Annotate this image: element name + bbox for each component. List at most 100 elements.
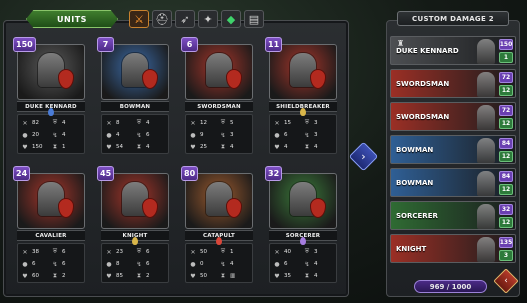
unit-stat: ♥ 4 xyxy=(273,142,303,152)
gem-icon xyxy=(216,237,222,245)
range-icon: ● xyxy=(22,131,28,139)
unit-portrait xyxy=(269,173,337,229)
unit-stat: ↯ 6 xyxy=(135,130,165,140)
spear-icon[interactable]: ✦ xyxy=(198,10,218,28)
army-list: ♜ DUKE KENNARD 150 1 SWORDSMAN 72 12 SWORDSMAN 7… xyxy=(390,36,516,267)
unit-stat: ● 8 xyxy=(105,259,135,269)
shield-icon xyxy=(226,198,242,218)
stat-value: 2 xyxy=(146,273,150,279)
unit-portrait xyxy=(269,44,337,100)
speed-icon: ↯ xyxy=(304,131,310,139)
stat-value: 6 xyxy=(146,261,150,267)
unit-card[interactable]: 11 SHIELDBREAKER ✕ 15 ⛨ 3 ● 6 ↯ 3 ♥ 4 ⧗ 4 xyxy=(265,37,341,159)
stat-value: 50 xyxy=(200,273,207,279)
stat-value: 25 xyxy=(200,144,207,150)
unit-level-badge: 12 xyxy=(499,217,513,228)
attack-icon: ✕ xyxy=(274,119,280,127)
units-tab[interactable]: UNITS xyxy=(26,10,118,28)
defense-icon: ⛨ xyxy=(136,119,142,126)
unit-stats: ✕ 50 ⛨ 1 ● 0 ↯ 4 ♥ 50 ⧗ ▥ xyxy=(185,243,253,283)
stat-value: 3 xyxy=(230,132,234,138)
unit-stat: ♥ 50 xyxy=(189,271,219,281)
bow-icon[interactable]: ➶ xyxy=(175,10,195,28)
unit-card[interactable]: 32 SORCERER ✕ 40 ⛨ 3 ● 6 ↯ 4 ♥ 35 ⧗ 4 xyxy=(265,166,341,288)
chevron-right-icon[interactable]: › xyxy=(353,146,374,167)
unit-level-badge: 12 xyxy=(499,85,513,96)
gem-icon xyxy=(48,108,54,116)
army-row[interactable]: BOWMAN 84 12 xyxy=(390,168,516,197)
stat-value: 4 xyxy=(62,120,66,126)
unit-stat: ♥ 25 xyxy=(189,142,219,152)
range-icon: ● xyxy=(190,260,196,268)
crossed-swords-icon[interactable]: ⚔ xyxy=(129,10,149,28)
stat-value: 3 xyxy=(314,120,318,126)
unit-card[interactable]: 7 BOWMAN ✕ 8 ⛨ 4 ● 4 ↯ 6 ♥ 54 ⧗ 4 xyxy=(97,37,173,159)
army-row[interactable]: SWORDSMAN 72 12 xyxy=(390,69,516,98)
unit-name: SWORDSMAN xyxy=(185,101,253,112)
unit-stat: ♥ 60 xyxy=(21,271,51,281)
shield-icon xyxy=(310,198,326,218)
stat-value: 20 xyxy=(32,132,39,138)
army-row-name: BOWMAN xyxy=(396,179,434,187)
unit-stat: ● 6 xyxy=(273,130,303,140)
unit-stat: ● 20 xyxy=(21,130,51,140)
unit-card[interactable]: 45 KNIGHT ✕ 23 ⛨ 6 ● 8 ↯ 6 ♥ 85 ⧗ 2 xyxy=(97,166,173,288)
speed-icon: ↯ xyxy=(136,131,142,139)
cooldown-icon: ⧗ xyxy=(220,143,226,150)
stat-value: 23 xyxy=(116,249,123,255)
army-row[interactable]: KNIGHT 135 3 xyxy=(390,234,516,263)
unit-portrait xyxy=(185,173,253,229)
shield-icon xyxy=(58,198,74,218)
shield-icon xyxy=(58,69,74,89)
stat-value: 60 xyxy=(32,273,39,279)
stat-value: 4 xyxy=(314,273,318,279)
stat-value: 3 xyxy=(314,249,318,255)
unit-stat: ⧗ 4 xyxy=(303,142,333,152)
stat-value: 15 xyxy=(284,120,291,126)
chevron-up-icon[interactable]: ‹ xyxy=(497,272,515,290)
unit-count-badge: 6 xyxy=(181,37,198,52)
shield-icon xyxy=(310,69,326,89)
unit-card[interactable]: 150 DUKE KENNARD ✕ 82 ⛨ 4 ● 20 ↯ 4 ♥ 150 ⧗ 1 xyxy=(13,37,89,159)
unit-stat: ↯ 4 xyxy=(219,259,249,269)
unit-card[interactable]: 6 SWORDSMAN ✕ 12 ⛨ 5 ● 9 ↯ 3 ♥ 25 ⧗ 4 xyxy=(181,37,257,159)
unit-count-badge: 80 xyxy=(181,166,199,181)
speed-icon: ↯ xyxy=(220,131,226,139)
range-icon: ● xyxy=(274,131,280,139)
speed-icon: ↯ xyxy=(304,260,310,268)
unit-stat: ↯ 4 xyxy=(303,259,333,269)
helmet-icon[interactable]: ⛑ xyxy=(152,10,172,28)
range-icon: ● xyxy=(106,260,112,268)
unit-stat: ● 6 xyxy=(21,259,51,269)
unit-card[interactable]: 80 CATAPULT ✕ 50 ⛨ 1 ● 0 ↯ 4 ♥ 50 ⧗ ▥ xyxy=(181,166,257,288)
army-row-name: BOWMAN xyxy=(396,146,434,154)
stat-value: 4 xyxy=(230,144,234,150)
unit-portrait xyxy=(101,173,169,229)
unit-count-badge: 11 xyxy=(265,37,283,52)
unit-figure xyxy=(477,138,495,163)
unit-count-badge: 150 xyxy=(13,37,36,52)
unit-stat: ⛨ 3 xyxy=(303,118,333,128)
army-row-name: SORCERER xyxy=(396,212,438,220)
unit-stat: ♥ 35 xyxy=(273,271,303,281)
health-icon: ♥ xyxy=(190,272,196,280)
army-row[interactable]: SWORDSMAN 72 12 xyxy=(390,102,516,131)
attack-icon: ✕ xyxy=(190,119,196,127)
range-icon: ● xyxy=(274,260,280,268)
army-row-name: KNIGHT xyxy=(396,245,427,253)
army-row[interactable]: SORCERER 32 12 xyxy=(390,201,516,230)
army-capacity: 969 / 1000 xyxy=(414,280,487,293)
unit-stat: ⛨ 3 xyxy=(303,247,333,257)
army-row-name: SWORDSMAN xyxy=(396,80,450,88)
stat-value: 6 xyxy=(284,132,288,138)
unit-name: BOWMAN xyxy=(101,101,169,112)
wagon-icon[interactable]: ▤ xyxy=(244,10,264,28)
gem-icon[interactable]: ◆ xyxy=(221,10,241,28)
gem-icon xyxy=(300,237,306,245)
unit-level-badge: 12 xyxy=(499,118,513,129)
army-row[interactable]: BOWMAN 84 12 xyxy=(390,135,516,164)
unit-stats: ✕ 40 ⛨ 3 ● 6 ↯ 4 ♥ 35 ⧗ 4 xyxy=(269,243,337,283)
stat-value: 6 xyxy=(62,249,66,255)
unit-card[interactable]: 24 CAVALIER ✕ 38 ⛨ 6 ● 6 ↯ 6 ♥ 60 ⧗ 2 xyxy=(13,166,89,288)
army-row[interactable]: ♜ DUKE KENNARD 150 1 xyxy=(390,36,516,65)
